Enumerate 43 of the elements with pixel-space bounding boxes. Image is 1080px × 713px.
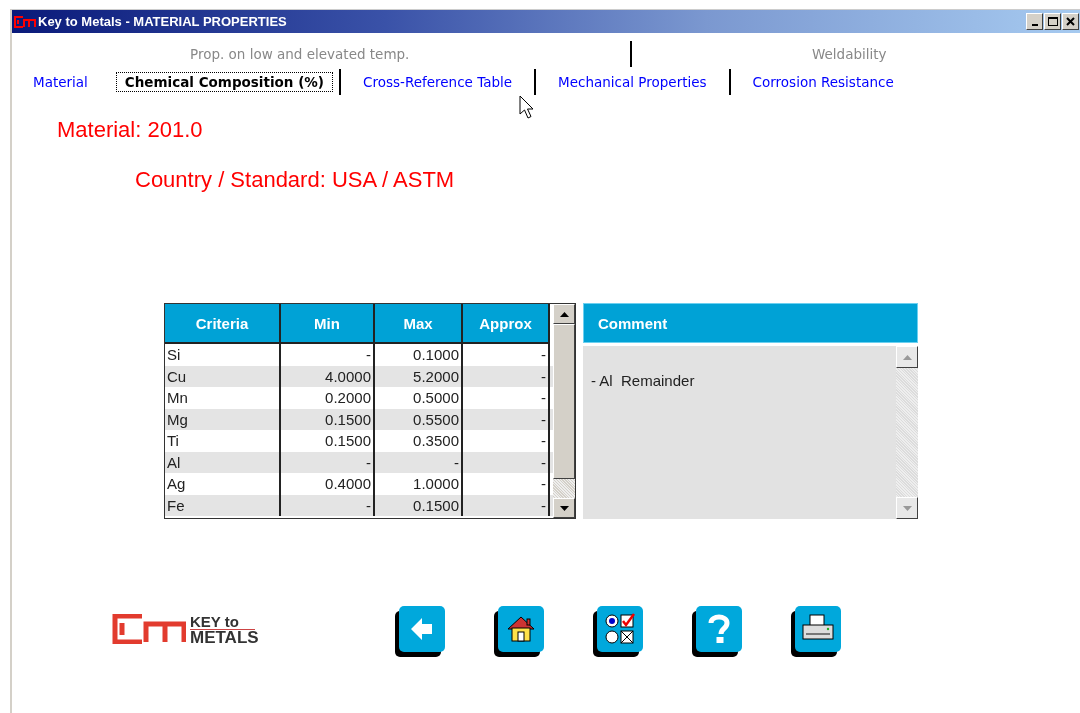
minimize-icon [1031,24,1038,26]
comment-header: Comment [583,303,918,343]
column-header: Min [281,304,375,344]
scrollbar[interactable] [896,346,918,519]
table-cell: - [281,494,375,516]
tab[interactable]: Material [33,74,88,90]
column-header: Criteria [165,304,281,344]
close-icon [1066,17,1075,26]
scroll-up-button[interactable] [896,346,918,368]
down-arrow-icon [559,505,569,511]
minimize-button[interactable] [1026,13,1043,30]
table-cell: Fe [165,494,281,516]
checklist-icon [602,612,637,646]
close-button[interactable] [1062,13,1079,30]
logo-text: METALS [190,629,259,645]
scroll-down-button[interactable] [896,497,918,519]
tab[interactable]: Mechanical Properties [558,74,707,90]
scroll-down-button[interactable] [553,498,575,518]
material-heading: Material: 201.0 [57,117,204,143]
window-title: Key to Metals - MATERIAL PROPERTIES [38,14,287,29]
table-cell: - [463,494,550,516]
scroll-up-button[interactable] [553,304,575,324]
column-header: Max [375,304,463,344]
country-standard-heading: Country / Standard: USA / ASTM [135,167,456,193]
maximize-button[interactable] [1044,13,1061,30]
scroll-track[interactable] [553,479,575,498]
help-icon [707,613,730,645]
logo-text: KEY to [190,613,255,630]
scroll-thumb[interactable] [553,324,575,479]
down-arrow-icon [902,505,912,511]
tab[interactable]: Cross-Reference Table [363,74,513,90]
table-cell: 0.1500 [375,494,463,516]
tab[interactable]: Corrosion Resistance [752,74,894,90]
scrollbar[interactable] [553,304,575,518]
up-arrow-icon [902,354,912,360]
column-header: Approx [463,304,550,344]
tab[interactable]: Chemical Composition (%) [115,72,334,92]
comment-text: - Al Remainder [590,371,696,391]
logo-mark-icon [112,614,186,644]
app-logo-icon [14,15,36,28]
maximize-icon [1047,17,1058,26]
mouse-cursor-icon [519,95,535,119]
up-arrow-icon [559,311,569,317]
